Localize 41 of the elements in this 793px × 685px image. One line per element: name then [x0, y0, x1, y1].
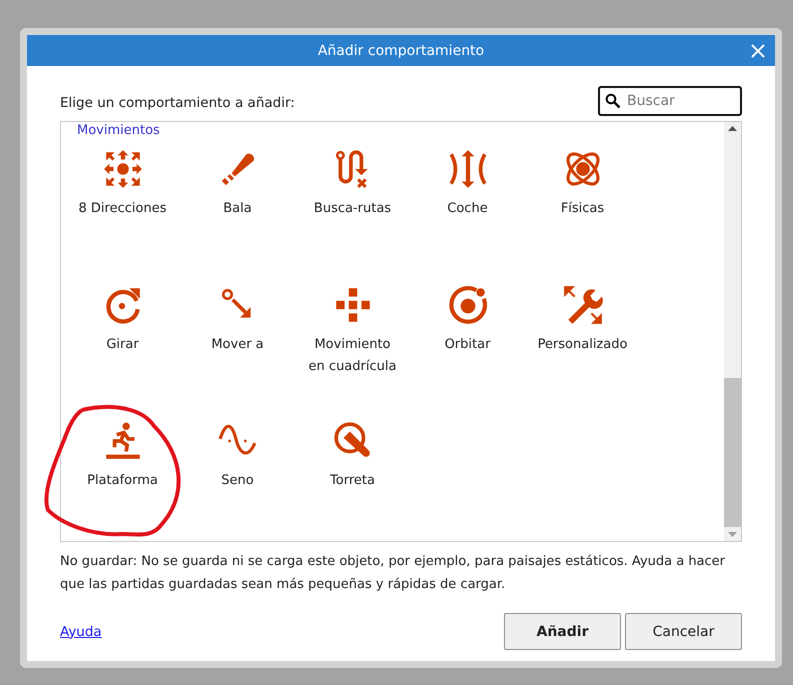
eight-arrows-icon [102, 148, 144, 190]
crossing-arrows-icon [446, 148, 488, 190]
close-icon[interactable] [751, 44, 765, 58]
behavior-label: 8 Direcciones [78, 200, 168, 218]
prompt-text: Elige un comportamiento a añadir: [60, 94, 295, 111]
behavior-item[interactable]: Seno [180, 415, 295, 541]
help-link[interactable]: Ayuda [60, 624, 102, 640]
scrollbar[interactable] [724, 122, 741, 541]
behavior-item[interactable]: Girar [65, 279, 180, 415]
behavior-item[interactable]: Coche [410, 143, 525, 279]
behavior-label: Bala [222, 200, 253, 218]
behavior-label: Movimiento en cuadrícula [308, 336, 398, 376]
behavior-item[interactable]: Orbitar [410, 279, 525, 415]
behavior-item[interactable]: Busca-rutas [295, 143, 410, 279]
behavior-label: Mover a [210, 336, 265, 354]
behavior-label: Girar [105, 336, 140, 354]
dialog-title: Añadir comportamiento [318, 42, 484, 58]
add-button[interactable]: Añadir [504, 613, 621, 650]
behavior-label: Orbitar [444, 336, 492, 354]
category-heading: Movimientos [77, 123, 161, 139]
description-text: No guardar: No se guarda ni se carga este objeto, por ejemplo, para paisajes estáticos. Ayuda a hacer que las partidas guardadas sean más pequeñas y rápidas de cargar. [60, 553, 726, 594]
behavior-label: Coche [446, 200, 489, 218]
behavior-label: Busca-rutas [312, 200, 392, 218]
behavior-item[interactable]: Movimiento en cuadrícula [295, 279, 410, 415]
cancel-button[interactable]: Cancelar [625, 613, 742, 650]
behavior-label: Físicas [560, 200, 606, 218]
behavior-item[interactable]: Torreta [295, 415, 410, 541]
wrench-icon [562, 284, 604, 326]
behavior-item[interactable]: Mover a [180, 279, 295, 415]
orbit-icon [446, 284, 488, 326]
behavior-label: Personalizado [536, 336, 628, 354]
scroll-thumb[interactable] [724, 378, 741, 527]
search-field[interactable]: Buscar [598, 86, 742, 116]
behavior-label: Plataforma [86, 472, 159, 490]
behavior-item[interactable]: 8 Direcciones [65, 143, 180, 279]
behavior-label: Torreta [329, 472, 376, 490]
behavior-item[interactable]: Personalizado [525, 279, 640, 415]
behavior-item[interactable]: Bala [180, 143, 295, 279]
behavior-label: Seno [220, 472, 255, 490]
behavior-item[interactable]: Plataforma [65, 415, 180, 541]
behavior-item[interactable]: Físicas [525, 143, 640, 279]
